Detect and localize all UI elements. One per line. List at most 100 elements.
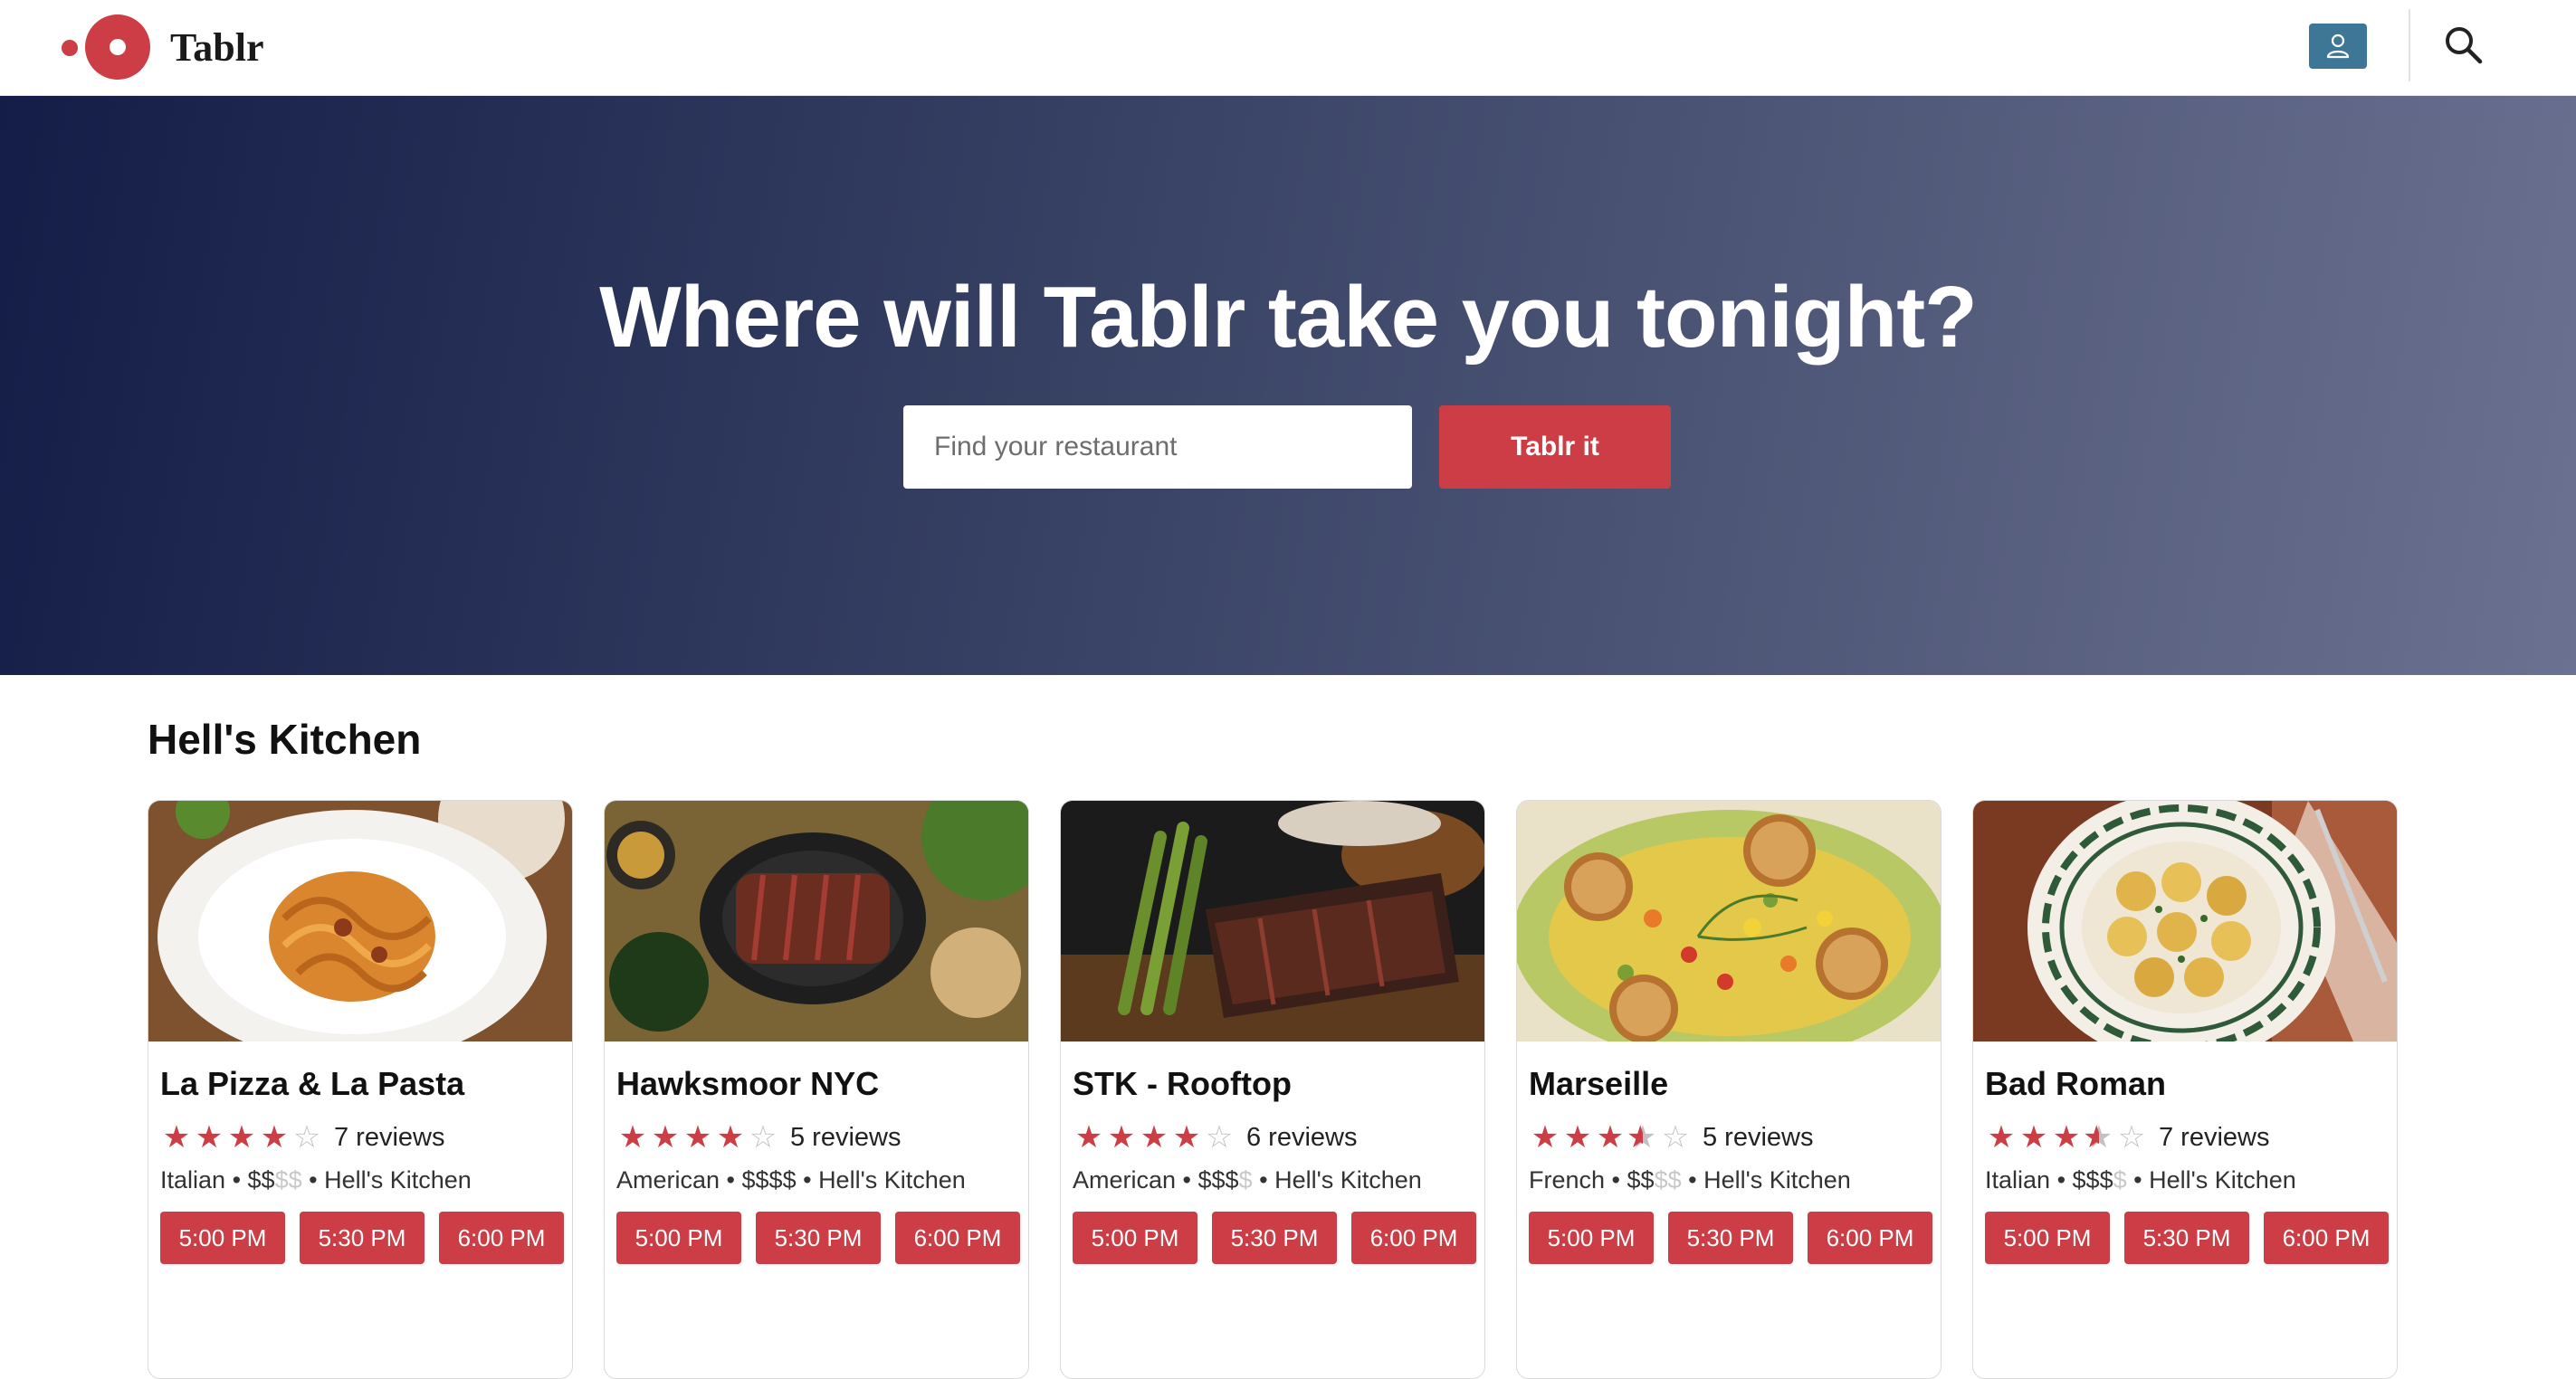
restaurant-card[interactable]: Hawksmoor NYC ★ ★ ★ ★ ☆ 5 reviews American •… xyxy=(604,800,1029,1379)
cuisine: American xyxy=(616,1166,720,1194)
time-slot-button[interactable]: 5:00 PM xyxy=(616,1212,741,1264)
time-slot-button[interactable]: 5:30 PM xyxy=(2124,1212,2249,1264)
time-slots: 5:00 PM 5:30 PM 6:00 PM xyxy=(1529,1212,1941,1264)
time-slot-button[interactable]: 6:00 PM xyxy=(2264,1212,2389,1264)
star-half-icon: ★ xyxy=(2083,1119,2115,1156)
restaurant-photo xyxy=(1517,801,1941,1041)
time-slot-button[interactable]: 6:00 PM xyxy=(439,1212,564,1264)
time-slot-button[interactable]: 6:00 PM xyxy=(895,1212,1020,1264)
time-slot-button[interactable]: 5:30 PM xyxy=(756,1212,881,1264)
price-level-remaining: $ xyxy=(1238,1166,1253,1194)
nav-divider xyxy=(2409,9,2410,81)
restaurant-photo xyxy=(605,801,1028,1041)
price-level: $$ xyxy=(1627,1166,1655,1194)
restaurant-photo xyxy=(148,801,572,1041)
search-button[interactable] xyxy=(2438,20,2489,71)
star-empty-icon: ☆ xyxy=(2117,1120,2146,1155)
star-icon: ★ xyxy=(618,1120,647,1155)
star-icon: ★ xyxy=(1531,1120,1560,1155)
logo-text: Tablr xyxy=(170,24,264,70)
price-level-remaining: $$ xyxy=(274,1166,302,1194)
star-icon: ★ xyxy=(195,1120,224,1155)
rating: ★★★★☆ 7 reviews xyxy=(1985,1119,2270,1156)
price-level: $$ xyxy=(247,1166,275,1194)
neighborhood: Hell's Kitchen xyxy=(1274,1166,1422,1194)
time-slots: 5:00 PM 5:30 PM 6:00 PM xyxy=(1985,1212,2397,1264)
restaurant-card[interactable]: STK - Rooftop ★ ★ ★ ★ ☆ 6 reviews American •… xyxy=(1060,800,1485,1379)
time-slots: 5:00 PM 5:30 PM 6:00 PM xyxy=(616,1212,1028,1264)
star-empty-icon: ☆ xyxy=(1205,1120,1234,1155)
hero-title: Where will Tablr take you tonight? xyxy=(599,269,1978,366)
restaurant-name[interactable]: Bad Roman xyxy=(1985,1065,2166,1103)
restaurant-meta: Italian • $$$$ • Hell's Kitchen xyxy=(160,1166,472,1194)
neighborhood: Hell's Kitchen xyxy=(1703,1166,1851,1194)
star-icon: ★ xyxy=(2019,1120,2048,1155)
star-icon: ★ xyxy=(1140,1120,1169,1155)
star-icon: ★ xyxy=(1107,1120,1136,1155)
restaurant-name[interactable]: Marseille xyxy=(1529,1065,1668,1103)
hero-banner: Where will Tablr take you tonight? Tablr… xyxy=(0,96,2576,675)
star-icon: ★ xyxy=(716,1120,745,1155)
rating: ★★★★☆ 7 reviews xyxy=(160,1119,445,1156)
user-account-button[interactable] xyxy=(2309,24,2367,69)
tablr-logo[interactable]: Tablr xyxy=(58,11,264,83)
restaurant-meta: American • $$$$ • Hell's Kitchen xyxy=(1073,1166,1422,1194)
restaurant-meta: Italian • $$$$ • Hell's Kitchen xyxy=(1985,1166,2296,1194)
neighborhood: Hell's Kitchen xyxy=(818,1166,966,1194)
time-slot-button[interactable]: 5:00 PM xyxy=(1985,1212,2110,1264)
review-count: 7 reviews xyxy=(2159,1122,2270,1152)
time-slot-button[interactable]: 5:00 PM xyxy=(1529,1212,1654,1264)
price-level: $$$ xyxy=(2072,1166,2113,1194)
price-level: $$$$ xyxy=(741,1166,797,1194)
time-slots: 5:00 PM 5:30 PM 6:00 PM xyxy=(1073,1212,1484,1264)
cuisine: Italian xyxy=(1985,1166,2051,1194)
neighborhood: Hell's Kitchen xyxy=(324,1166,472,1194)
star-icon: ★ xyxy=(651,1120,680,1155)
star-icon: ★ xyxy=(1563,1120,1592,1155)
logo-icon xyxy=(58,11,167,83)
time-slot-button[interactable]: 6:00 PM xyxy=(1808,1212,1932,1264)
restaurant-meta: French • $$$$ • Hell's Kitchen xyxy=(1529,1166,1851,1194)
star-icon: ★ xyxy=(227,1120,256,1155)
user-icon xyxy=(2326,33,2350,59)
review-count: 5 reviews xyxy=(790,1122,902,1152)
price-level: $$$ xyxy=(1197,1166,1239,1194)
star-icon: ★ xyxy=(2052,1120,2081,1155)
restaurant-card[interactable]: Bad Roman ★★★★☆ 7 reviews Italian • $$$$… xyxy=(1972,800,2398,1379)
restaurant-photo xyxy=(1973,801,2397,1041)
time-slot-button[interactable]: 5:30 PM xyxy=(1668,1212,1793,1264)
restaurant-name[interactable]: Hawksmoor NYC xyxy=(616,1065,879,1103)
time-slot-button[interactable]: 5:30 PM xyxy=(1212,1212,1337,1264)
restaurant-name[interactable]: La Pizza & La Pasta xyxy=(160,1065,464,1103)
price-level-remaining: $$ xyxy=(1654,1166,1682,1194)
star-empty-icon: ☆ xyxy=(749,1120,778,1155)
star-icon: ★ xyxy=(1987,1120,2016,1155)
rating: ★★★★☆ 5 reviews xyxy=(1529,1119,1814,1156)
star-icon: ★ xyxy=(260,1120,289,1155)
star-half-icon: ★ xyxy=(1627,1119,1659,1156)
time-slot-button[interactable]: 5:00 PM xyxy=(1073,1212,1197,1264)
time-slots: 5:00 PM 5:30 PM 6:00 PM xyxy=(160,1212,572,1264)
star-icon: ★ xyxy=(1074,1120,1103,1155)
time-slot-button[interactable]: 6:00 PM xyxy=(1351,1212,1476,1264)
cuisine: Italian xyxy=(160,1166,226,1194)
price-level-remaining: $ xyxy=(2113,1166,2127,1194)
restaurant-name[interactable]: STK - Rooftop xyxy=(1073,1065,1292,1103)
star-icon: ★ xyxy=(1596,1120,1625,1155)
review-count: 5 reviews xyxy=(1703,1122,1814,1152)
restaurant-card[interactable]: Marseille ★★★★☆ 5 reviews French • $$$$ … xyxy=(1516,800,1942,1379)
restaurant-meta: American • $$$$ • Hell's Kitchen xyxy=(616,1166,966,1194)
restaurant-search-input[interactable] xyxy=(903,405,1412,489)
rating: ★ ★ ★ ★ ☆ 6 reviews xyxy=(1073,1119,1358,1156)
star-icon: ★ xyxy=(683,1120,712,1155)
cuisine: French xyxy=(1529,1166,1606,1194)
review-count: 6 reviews xyxy=(1246,1122,1358,1152)
neighborhood: Hell's Kitchen xyxy=(2149,1166,2296,1194)
star-empty-icon: ☆ xyxy=(1661,1120,1690,1155)
time-slot-button[interactable]: 5:30 PM xyxy=(300,1212,425,1264)
restaurant-card[interactable]: La Pizza & La Pasta ★ ★ ★ ★ ☆ 7 reviews Ital… xyxy=(148,800,573,1379)
tablr-it-button[interactable]: Tablr it xyxy=(1439,405,1671,489)
time-slot-button[interactable]: 5:00 PM xyxy=(160,1212,285,1264)
restaurant-photo xyxy=(1061,801,1484,1041)
star-empty-icon: ☆ xyxy=(292,1120,321,1155)
